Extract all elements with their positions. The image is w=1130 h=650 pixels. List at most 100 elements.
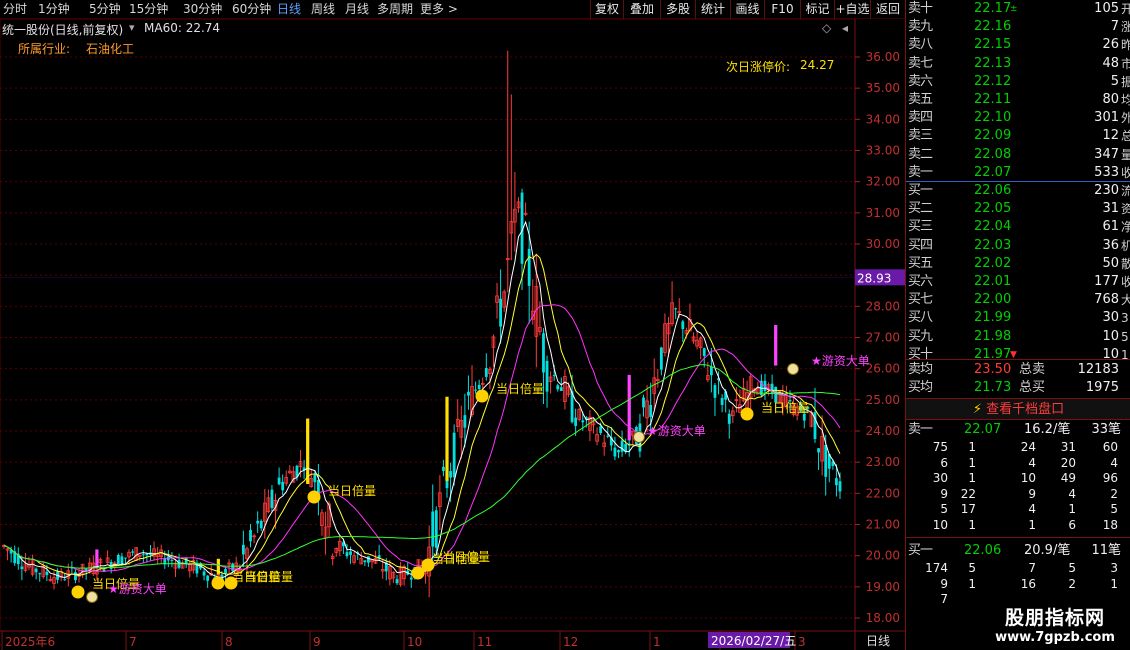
queue-cell: 30 bbox=[932, 471, 948, 486]
toolbar-button-1[interactable]: 叠加 bbox=[623, 0, 660, 19]
queue-cell: 75 bbox=[932, 440, 948, 454]
industry-value[interactable]: 石油化工 bbox=[86, 40, 134, 57]
level-volume: 533 bbox=[1094, 164, 1119, 180]
bid-row-16[interactable]: 买七 22.00 768 大 bbox=[906, 291, 1130, 309]
ask-row-7[interactable]: 卖三 22.09 12 总 bbox=[906, 127, 1130, 145]
ask-row-6[interactable]: 卖四 22.10 301 外 bbox=[906, 109, 1130, 127]
queue-cell: 1 bbox=[968, 518, 976, 532]
edge-label: 净 bbox=[1121, 220, 1130, 235]
candle-body bbox=[452, 432, 456, 478]
level-label: 卖九 bbox=[908, 19, 933, 35]
ask-row-1[interactable]: 卖九 22.16 7 涨 bbox=[906, 18, 1130, 36]
smile-icon[interactable] bbox=[211, 576, 225, 590]
level-volume: 36 bbox=[1102, 237, 1119, 253]
smile-icon[interactable] bbox=[71, 585, 85, 599]
queue-cell: 9 bbox=[1028, 486, 1036, 501]
toolbar-button-6[interactable]: 标记 bbox=[800, 0, 834, 19]
period-tab-2[interactable]: 5分钟 bbox=[89, 1, 121, 18]
ask-row-0[interactable]: 卖十 22.17 ±105 开 bbox=[906, 0, 1130, 18]
period-tab-10[interactable]: 更多 > bbox=[420, 1, 458, 18]
toolbar-button-7[interactable]: +自选 bbox=[834, 0, 870, 19]
stock-terminal-window: { "toolbar": { "periods": ["分时","1分钟","5… bbox=[0, 0, 1130, 650]
y-tick-label: 33.00 bbox=[866, 144, 900, 158]
ask-row-3[interactable]: 卖七 22.13 48 市 bbox=[906, 55, 1130, 73]
chevron-down-icon[interactable]: ▾ bbox=[129, 21, 135, 34]
period-tab-1[interactable]: 1分钟 bbox=[38, 1, 70, 18]
candle-body bbox=[141, 554, 145, 556]
bid-row-12[interactable]: 买三 22.04 61 净 bbox=[906, 218, 1130, 236]
y-tick-label: 28.00 bbox=[866, 299, 900, 313]
date-tag: 2026/02/27/五 bbox=[711, 634, 796, 648]
ask-row-4[interactable]: 卖六 22.12 5 振 bbox=[906, 73, 1130, 91]
bid-row-15[interactable]: 买六 22.01 177 收 bbox=[906, 273, 1130, 291]
queue-per-order: 20.9/笔 bbox=[1024, 543, 1071, 558]
money-bag-icon[interactable] bbox=[633, 431, 645, 443]
period-tab-4[interactable]: 30分钟 bbox=[183, 1, 222, 18]
toolbar-button-5[interactable]: F10 bbox=[764, 0, 800, 19]
candle-body bbox=[277, 477, 281, 485]
smile-icon[interactable] bbox=[421, 558, 435, 572]
settings-icon[interactable]: ◂ bbox=[842, 21, 848, 35]
queue-price: 22.06 bbox=[964, 543, 1002, 558]
ask-row-2[interactable]: 卖八 22.15 26 昨 bbox=[906, 36, 1130, 54]
level-volume: 347 bbox=[1094, 146, 1119, 162]
price-tag: 28.93 bbox=[857, 271, 891, 285]
period-tab-5[interactable]: 60分钟 bbox=[232, 1, 271, 18]
depth-button[interactable]: ⚡ 查看千档盘口 bbox=[906, 398, 1130, 420]
money-bag-icon[interactable] bbox=[86, 591, 98, 603]
toolbar-button-2[interactable]: 多股 bbox=[660, 0, 695, 19]
divider bbox=[906, 537, 1130, 538]
candle-body bbox=[727, 413, 731, 424]
bid-row-18[interactable]: 买九 21.98 10 5 bbox=[906, 328, 1130, 346]
toolbar-button-3[interactable]: 统计 bbox=[695, 0, 730, 19]
edge-label: 机 bbox=[1121, 238, 1130, 253]
period-tab-9[interactable]: 多周期 bbox=[377, 1, 413, 18]
period-tab-3[interactable]: 15分钟 bbox=[129, 1, 168, 18]
smile-icon[interactable] bbox=[740, 407, 754, 421]
candlestick-chart[interactable]: 36.0035.0034.0033.0032.0031.0030.0029.00… bbox=[0, 19, 905, 650]
bid-row-17[interactable]: 买八 21.99 30 3 bbox=[906, 309, 1130, 327]
ask-row-5[interactable]: 卖五 22.11 80 均 bbox=[906, 91, 1130, 109]
candle-body bbox=[720, 397, 724, 405]
level-price: 22.16 bbox=[974, 19, 1012, 35]
candle-body bbox=[131, 551, 135, 553]
candle-body bbox=[409, 577, 413, 580]
ask-row-8[interactable]: 卖二 22.08 347 量 bbox=[906, 146, 1130, 164]
candle-body bbox=[824, 444, 828, 477]
sell1-header: 卖一 22.07 16.2/笔 33笔 bbox=[906, 421, 1130, 439]
queue-row: 75 1 24 31 60 bbox=[906, 439, 1130, 455]
level-label: 卖十 bbox=[908, 1, 933, 16]
avg-buy-row: 买均 21.73 总买 1975 bbox=[906, 379, 1130, 397]
toolbar-button-0[interactable]: 复权 bbox=[590, 0, 623, 19]
queue-cell: 22 bbox=[960, 486, 976, 501]
smile-icon[interactable] bbox=[224, 576, 238, 590]
hot-money-label: ★游资大单 bbox=[811, 354, 870, 368]
bid-row-10[interactable]: 买一 22.06 230 流 bbox=[906, 182, 1130, 200]
bid-row-13[interactable]: 买四 22.03 36 机 bbox=[906, 237, 1130, 255]
period-tab-0[interactable]: 分时 bbox=[3, 1, 27, 18]
candle-body bbox=[649, 404, 653, 417]
queue-cell: 10 bbox=[932, 518, 948, 532]
candle-body bbox=[838, 481, 842, 492]
level-volume: 61 bbox=[1102, 219, 1119, 235]
level-volume: 301 bbox=[1094, 110, 1119, 126]
period-tab-7[interactable]: 周线 bbox=[311, 1, 335, 18]
bid-row-14[interactable]: 买五 22.02 50 散 bbox=[906, 255, 1130, 273]
period-tab-8[interactable]: 月线 bbox=[345, 1, 369, 18]
candle-body bbox=[74, 572, 77, 581]
edge-label: 收 bbox=[1121, 165, 1130, 180]
money-bag-icon[interactable] bbox=[787, 363, 799, 375]
diamond-icon[interactable]: ◇ bbox=[822, 21, 831, 35]
toolbar-button-4[interactable]: 画线 bbox=[730, 0, 764, 19]
candle-body bbox=[556, 385, 560, 390]
y-tick-label: 26.00 bbox=[866, 362, 900, 376]
candle-body bbox=[38, 573, 42, 575]
period-tab-6[interactable]: 日线 bbox=[277, 1, 301, 18]
ask-row-9[interactable]: 卖一 22.07 533 收 bbox=[906, 164, 1130, 182]
smile-icon[interactable] bbox=[475, 389, 489, 403]
double-volume-label: 当日倍量 bbox=[328, 483, 376, 498]
smile-icon[interactable] bbox=[307, 490, 321, 504]
toolbar-button-8[interactable]: 返回 bbox=[870, 0, 905, 19]
level-volume: 80 bbox=[1102, 92, 1119, 107]
bid-row-11[interactable]: 买二 22.05 31 资 bbox=[906, 200, 1130, 218]
